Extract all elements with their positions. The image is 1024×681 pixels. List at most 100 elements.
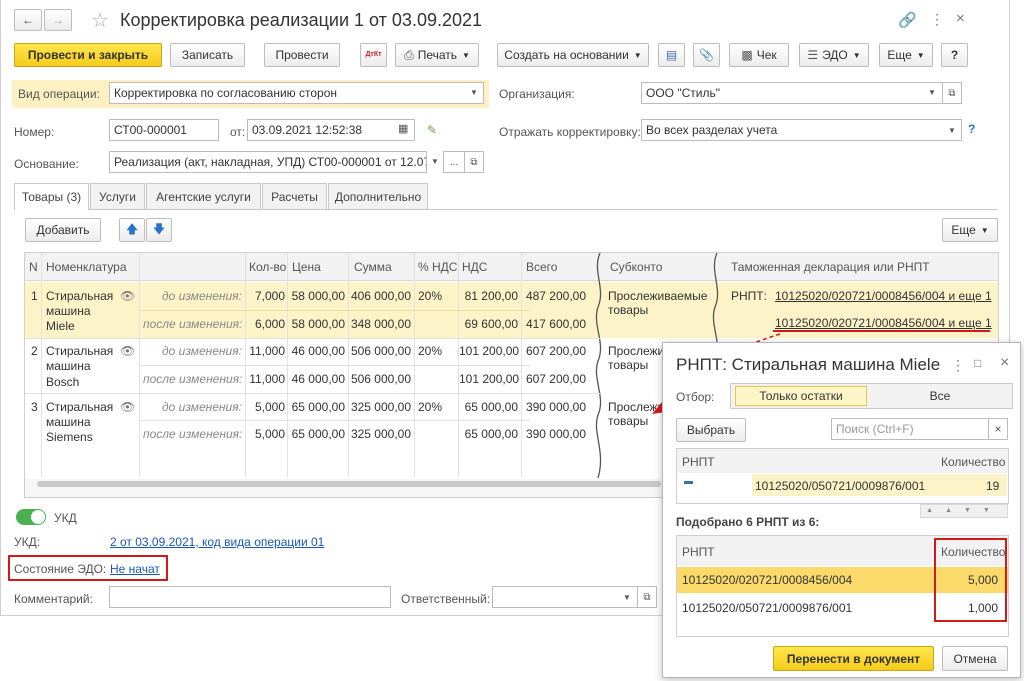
report-button[interactable]: ▤: [658, 43, 685, 67]
basis-dropdown-icon[interactable]: ▼: [431, 157, 439, 166]
basis-field[interactable]: Реализация (акт, накладная, УПД) СТ00-00…: [109, 151, 427, 173]
header-vat-rate[interactable]: % НДС: [418, 254, 457, 280]
picked-label: Подобрано 6 РНПТ из 6:: [676, 515, 820, 529]
header-sum[interactable]: Сумма: [354, 254, 392, 280]
header-qty[interactable]: Кол-во: [249, 254, 286, 280]
responsible-field[interactable]: [492, 586, 638, 608]
rnpt-red-underline: [773, 330, 990, 332]
header-nom[interactable]: Номенклатура: [46, 254, 127, 280]
row-number: 2: [31, 344, 38, 358]
more-vert-icon[interactable]: ⋮: [930, 11, 944, 28]
after-sum: 348 000,00: [350, 317, 411, 331]
date-field[interactable]: 03.09.2021 12:52:38: [247, 119, 415, 141]
check-button[interactable]: ▩ Чек: [729, 43, 789, 67]
reflect-label: Отражать корректировку:: [499, 125, 641, 139]
after-price: 65 000,00: [291, 427, 345, 441]
list-nav-buttons[interactable]: ▲▲▼▼: [920, 504, 1008, 518]
scroll-thumb[interactable]: [37, 481, 661, 487]
header-customs[interactable]: Таможенная декларация или РНПТ: [731, 254, 930, 280]
table-more-label: Еще: [951, 223, 976, 237]
save-button[interactable]: Записать: [170, 43, 245, 67]
edo-button[interactable]: ☰ ЭДО ▼: [799, 43, 869, 67]
picked-row-rnpt-1[interactable]: 10125020/020721/0008456/004: [682, 573, 852, 587]
favorite-star-icon[interactable]: ☆: [91, 8, 109, 33]
forward-button[interactable]: →: [44, 9, 72, 31]
cancel-button[interactable]: Отмена: [942, 646, 1008, 671]
create-based-button[interactable]: Создать на основании ▼: [497, 43, 649, 67]
before-total: 390 000,00: [525, 400, 586, 414]
printer-icon: ⎙: [404, 47, 414, 62]
responsible-dropdown-icon[interactable]: ▼: [623, 593, 631, 602]
popup-maximize-icon[interactable]: □: [974, 356, 981, 370]
number-field[interactable]: СТ00-000001: [109, 119, 219, 141]
tab-additional[interactable]: Дополнительно: [328, 183, 428, 209]
search-clear-button[interactable]: ×: [988, 418, 1008, 440]
tab-settlements[interactable]: Расчеты: [262, 183, 327, 209]
transfer-button[interactable]: Перенести в документ: [773, 646, 934, 671]
tab-services[interactable]: Услуги: [90, 183, 145, 209]
responsible-open-button[interactable]: ⧉: [637, 586, 657, 608]
org-field[interactable]: ООО "Стиль": [641, 82, 943, 104]
edit-number-icon[interactable]: ✎: [427, 123, 437, 137]
post-button[interactable]: Провести: [264, 43, 340, 67]
popup-more-icon[interactable]: ⋮: [951, 357, 965, 374]
attach-button[interactable]: 📎: [693, 43, 720, 67]
help-button[interactable]: ?: [941, 43, 968, 67]
tracking-eye-icon[interactable]: 👁: [120, 344, 135, 358]
basis-select-button[interactable]: ...: [443, 151, 465, 173]
comment-field[interactable]: [109, 586, 391, 608]
op-type-field[interactable]: Корректировка по согласованию сторон: [109, 82, 484, 104]
avail-row-rnpt[interactable]: 10125020/050721/0009876/001: [755, 479, 925, 493]
after-qty: 11,000: [249, 372, 285, 386]
header-vat[interactable]: НДС: [462, 254, 487, 280]
org-dropdown-icon[interactable]: ▼: [928, 88, 936, 97]
report-icon: ▤: [665, 48, 678, 62]
reflect-help-icon[interactable]: ?: [968, 122, 975, 136]
dt-kt-button[interactable]: ДтКт: [360, 43, 387, 67]
after-label: после изменения:: [143, 427, 243, 441]
link-icon[interactable]: 🔗: [898, 11, 917, 29]
more-button[interactable]: Еще ▼: [879, 43, 933, 67]
popup-search-input[interactable]: Поиск (Ctrl+F): [831, 418, 989, 440]
reflect-dropdown-icon[interactable]: ▼: [948, 126, 956, 135]
filter-only-remaining[interactable]: Только остатки: [735, 386, 867, 406]
item-name-line3: Siemens: [46, 430, 93, 444]
picked-header-rnpt[interactable]: РНПТ: [682, 545, 715, 559]
tab-goods[interactable]: Товары (3): [14, 183, 89, 210]
search-placeholder: Поиск (Ctrl+F): [836, 422, 914, 436]
header-total[interactable]: Всего: [526, 254, 557, 280]
before-qty: 5,000: [254, 400, 285, 414]
avail-header-rnpt[interactable]: РНПТ: [682, 455, 715, 469]
after-sum: 506 000,00: [350, 372, 411, 386]
tracking-eye-icon[interactable]: 👁: [120, 289, 135, 303]
filter-all[interactable]: Все: [870, 386, 1010, 406]
calendar-icon[interactable]: ▦: [398, 122, 408, 135]
post-close-button[interactable]: Провести и закрыть: [14, 43, 162, 67]
header-subkonto[interactable]: Субконто: [610, 254, 662, 280]
avail-header-qty[interactable]: Количество: [941, 455, 1005, 469]
rnpt-link-after[interactable]: 10125020/020721/0008456/004 и еще 1: [775, 316, 992, 330]
print-button[interactable]: ⎙ Печать ▼: [395, 43, 479, 67]
item-name-line2: машина: [46, 415, 91, 429]
popup-close-icon[interactable]: ×: [1000, 354, 1009, 372]
header-price[interactable]: Цена: [292, 254, 321, 280]
tab-agent-services[interactable]: Агентские услуги: [146, 183, 261, 209]
back-button[interactable]: ←: [14, 9, 42, 31]
reflect-field[interactable]: Во всех разделах учета: [641, 119, 962, 141]
ukd-link[interactable]: 2 от 03.09.2021, код вида операции 01: [110, 535, 324, 549]
move-up-button[interactable]: 🡅: [119, 218, 145, 242]
tracking-eye-icon[interactable]: 👁: [120, 400, 135, 414]
table-more-button[interactable]: Еще ▼: [942, 218, 998, 242]
op-type-dropdown-icon[interactable]: ▼: [470, 88, 478, 97]
ukd-toggle-switch[interactable]: [16, 509, 46, 525]
add-row-button[interactable]: Добавить: [25, 218, 101, 242]
move-down-button[interactable]: 🡇: [146, 218, 172, 242]
close-icon[interactable]: ×: [956, 10, 965, 27]
org-open-button[interactable]: ⧉: [942, 82, 962, 104]
basis-open-button[interactable]: ⧉: [464, 151, 484, 173]
item-name-line1: Стиральная: [46, 344, 114, 358]
item-name-line1: Стиральная: [46, 400, 114, 414]
picked-row-rnpt-2[interactable]: 10125020/050721/0009876/001: [682, 601, 852, 615]
popup-select-button[interactable]: Выбрать: [676, 418, 746, 442]
rnpt-link-before[interactable]: 10125020/020721/0008456/004 и еще 1: [775, 289, 992, 303]
